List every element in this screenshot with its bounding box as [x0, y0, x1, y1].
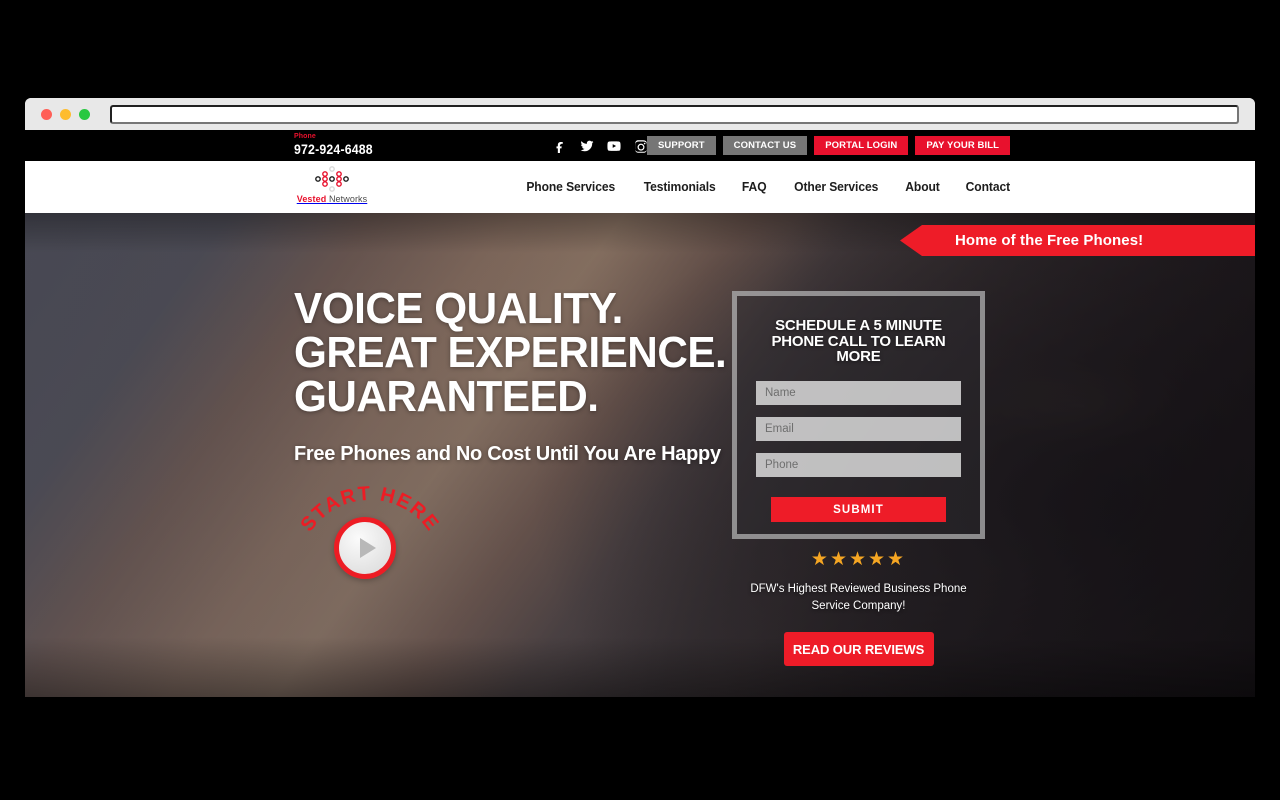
phone-input[interactable] [756, 453, 961, 477]
name-input[interactable] [756, 381, 961, 405]
browser-window: Phone 972-924-6488 SUPPORT CONTACT US PO… [25, 98, 1255, 697]
form-title: SCHEDULE A 5 MINUTE PHONE CALL TO LEARN … [756, 318, 961, 364]
review-tagline: DFW's Highest Reviewed Business Phone Se… [750, 583, 967, 612]
minimize-window-button[interactable] [60, 108, 71, 120]
logo-wordmark: Vested Networks [294, 194, 370, 204]
logo-suffix: Networks [326, 194, 368, 204]
free-phones-ribbon: Home of the Free Phones! [900, 225, 1255, 256]
topbar-buttons: SUPPORT CONTACT US PORTAL LOGIN PAY YOUR… [647, 130, 1011, 161]
hero-section: Home of the Free Phones! VOICE QUALITY. … [25, 213, 1255, 697]
twitter-link[interactable] [580, 139, 594, 153]
nav-item-contact[interactable]: Contact [966, 179, 1010, 194]
star-rating: ★★★★★ [810, 549, 907, 570]
maximize-window-button[interactable] [79, 108, 90, 120]
hero-copy: VOICE QUALITY. GREAT EXPERIENCE. GUARANT… [294, 287, 744, 466]
utility-topbar: Phone 972-924-6488 SUPPORT CONTACT US PO… [25, 130, 1255, 161]
start-here-video-trigger[interactable]: START HERE [293, 485, 447, 593]
play-button[interactable] [334, 517, 396, 579]
url-input[interactable] [110, 104, 1239, 124]
facebook-link[interactable] [553, 139, 567, 153]
portal-login-button[interactable]: PORTAL LOGIN [814, 135, 909, 156]
contact-us-button[interactable]: CONTACT US [722, 135, 808, 156]
phone-label: Phone [294, 133, 316, 140]
instagram-link[interactable] [634, 139, 648, 153]
site-header: Vested Networks Phone Services Testimoni… [25, 161, 1255, 213]
youtube-icon [607, 140, 621, 151]
vested-networks-logo-icon [315, 166, 349, 192]
nav-item-about[interactable]: About [906, 179, 941, 194]
site-logo[interactable]: Vested Networks [294, 166, 370, 204]
hero-headline-line3: GUARANTEED. [294, 372, 599, 421]
email-input[interactable] [756, 417, 961, 441]
close-window-button[interactable] [41, 108, 52, 120]
logo-brand: Vested [296, 194, 327, 204]
hero-subheadline: Free Phones and No Cost Until You Are Ha… [294, 443, 721, 465]
youtube-link[interactable] [607, 139, 621, 153]
form-title-line1: SCHEDULE A 5 MINUTE [775, 317, 942, 334]
phone-contact-block: Phone 972-924-6488 [294, 133, 384, 156]
nav-item-testimonials[interactable]: Testimonials [644, 179, 716, 194]
schedule-call-form: SCHEDULE A 5 MINUTE PHONE CALL TO LEARN … [732, 291, 985, 539]
social-links [553, 130, 648, 161]
ribbon-label: Home of the Free Phones! [955, 232, 1144, 249]
main-navigation: Phone Services Testimonials FAQ Other Se… [523, 179, 1012, 194]
twitter-icon [580, 140, 594, 151]
pay-your-bill-button[interactable]: PAY YOUR BILL [915, 135, 1011, 156]
phone-number[interactable]: 972-924-6488 [294, 142, 373, 156]
web-page: Phone 972-924-6488 SUPPORT CONTACT US PO… [25, 130, 1255, 697]
nav-item-phone-services[interactable]: Phone Services [526, 179, 615, 194]
instagram-icon [635, 139, 647, 153]
submit-button[interactable]: SUBMIT [771, 497, 946, 522]
facebook-icon [556, 141, 563, 153]
support-button[interactable]: SUPPORT [647, 135, 716, 156]
traffic-lights [35, 108, 90, 120]
hero-headline-line1: VOICE QUALITY. [294, 284, 623, 333]
hero-headline-line2: GREAT EXPERIENCE. [294, 328, 727, 377]
form-title-line2: PHONE CALL TO LEARN MORE [771, 333, 946, 365]
play-triangle-icon [359, 538, 376, 558]
browser-chrome [25, 98, 1255, 130]
nav-item-faq[interactable]: FAQ [742, 179, 767, 194]
hero-bottom-shadow [25, 637, 1255, 697]
read-our-reviews-button[interactable]: READ OUR REVIEWS [783, 632, 934, 666]
nav-item-other-services[interactable]: Other Services [794, 179, 878, 194]
reviews-block: ★★★★★ DFW's Highest Reviewed Business Ph… [732, 550, 985, 666]
